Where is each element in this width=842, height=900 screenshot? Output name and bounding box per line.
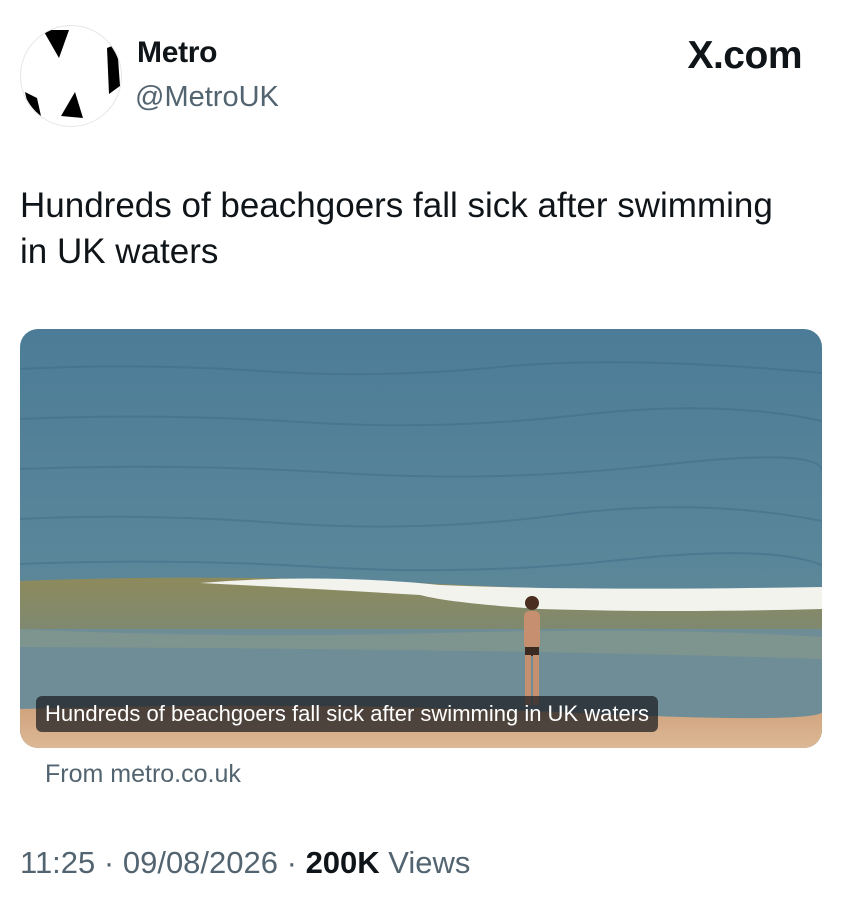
author-handle[interactable]: @MetroUK	[135, 81, 279, 114]
beach-photo	[20, 329, 822, 748]
card-source-link[interactable]: From metro.co.uk	[45, 760, 241, 789]
avatar[interactable]	[20, 25, 122, 127]
tweet-meta: 11:25 · 09/08/2026 · 200K Views	[20, 845, 470, 881]
author-display-name[interactable]: Metro	[137, 36, 217, 70]
views-label: Views	[379, 845, 471, 880]
views-count: 200K	[305, 845, 380, 880]
tweet-text: Hundreds of beachgoers fall sick after s…	[20, 186, 773, 271]
meta-separator: ·	[278, 845, 306, 880]
tweet-time[interactable]: 11:25	[20, 845, 95, 880]
card-caption: Hundreds of beachgoers fall sick after s…	[36, 696, 659, 732]
meta-separator: ·	[95, 845, 123, 880]
x-logo: X.com	[687, 34, 802, 77]
metro-logo-icon	[25, 30, 120, 118]
tweet-date[interactable]: 09/08/2026	[123, 845, 278, 880]
link-card[interactable]	[20, 329, 822, 748]
